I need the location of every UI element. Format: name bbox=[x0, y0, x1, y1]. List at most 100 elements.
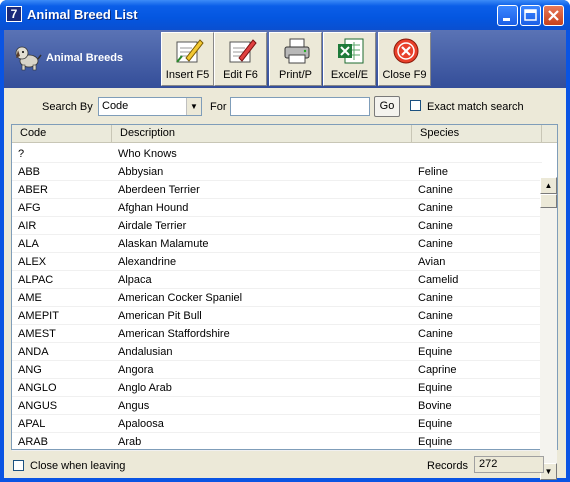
table-row[interactable]: ALPAC Alpaca Camelid bbox=[12, 271, 542, 289]
edit-button-label: Edit F6 bbox=[223, 69, 258, 81]
cell-code: ABB bbox=[18, 166, 41, 178]
for-label: For bbox=[210, 101, 227, 113]
edit-pencil-icon bbox=[229, 39, 257, 63]
excel-icon bbox=[338, 38, 364, 64]
search-input[interactable] bbox=[230, 97, 370, 116]
cell-species: Canine bbox=[418, 238, 453, 250]
table-row[interactable]: ABER Aberdeen Terrier Canine bbox=[12, 181, 542, 199]
cell-code: ALPAC bbox=[18, 274, 54, 286]
cell-species: Caprine bbox=[418, 364, 457, 376]
chevron-down-icon[interactable]: ▼ bbox=[186, 98, 201, 115]
table-row[interactable]: ANGUS Angus Bovine bbox=[12, 397, 542, 415]
printer-icon bbox=[284, 38, 310, 64]
table-header: Code Description Species bbox=[12, 125, 557, 143]
cell-description: Arab bbox=[118, 436, 142, 448]
cell-description: Who Knows bbox=[118, 148, 177, 160]
cell-description: Aberdeen Terrier bbox=[118, 184, 200, 196]
table-row[interactable]: ABB Abbysian Feline bbox=[12, 163, 542, 181]
cell-species: Equine bbox=[418, 346, 453, 358]
close-button-label: Close F9 bbox=[382, 69, 427, 81]
close-window-button[interactable] bbox=[543, 5, 564, 26]
cell-description: Afghan Hound bbox=[118, 202, 189, 214]
cell-code: AMEPIT bbox=[18, 310, 59, 322]
cell-description: Apaloosa bbox=[118, 418, 164, 430]
maximize-icon bbox=[524, 9, 537, 21]
table-row[interactable]: AFG Afghan Hound Canine bbox=[12, 199, 542, 217]
cell-description: Angus bbox=[118, 400, 150, 412]
table-row[interactable]: ALA Alaskan Malamute Canine bbox=[12, 235, 542, 253]
insert-button[interactable]: Insert F5 bbox=[161, 32, 214, 86]
cell-description: American Pit Bull bbox=[118, 310, 202, 322]
window-title: Animal Breed List bbox=[27, 7, 138, 22]
table-row[interactable]: AMEPIT American Pit Bull Canine bbox=[12, 307, 542, 325]
table-row[interactable]: AIR Airdale Terrier Canine bbox=[12, 217, 542, 235]
toolbar-banner: Animal Breeds Insert F5 Edit F6 Print/P … bbox=[4, 30, 566, 88]
table-row[interactable]: ALEX Alexandrine Avian bbox=[12, 253, 542, 271]
title-bar[interactable]: 7 Animal Breed List bbox=[0, 0, 570, 30]
search-by-value: Code bbox=[102, 100, 129, 112]
column-header-description[interactable]: Description bbox=[112, 125, 412, 143]
cell-species: Avian bbox=[418, 256, 446, 268]
cell-description: Alexandrine bbox=[118, 256, 177, 268]
exact-match-checkbox[interactable] bbox=[410, 100, 421, 111]
cell-code: ALA bbox=[18, 238, 39, 250]
breed-table: Code Description Species ? Who Knows ABB Ab… bbox=[11, 124, 558, 480]
table-row[interactable]: ANGLO Anglo Arab Equine bbox=[12, 379, 542, 397]
column-header-species[interactable]: Species bbox=[412, 125, 542, 143]
vertical-scrollbar[interactable]: ▲ ▼ bbox=[540, 177, 557, 480]
records-count: 272 bbox=[474, 456, 544, 473]
table-row[interactable]: ARAB Arab Equine bbox=[12, 433, 542, 451]
cell-code: ? bbox=[18, 148, 25, 160]
app-icon: 7 bbox=[6, 6, 22, 22]
table-row[interactable]: APAL Apaloosa Equine bbox=[12, 415, 542, 433]
maximize-button[interactable] bbox=[520, 5, 541, 26]
cell-code: ANGLO bbox=[18, 382, 57, 394]
cell-species: Canine bbox=[418, 310, 453, 322]
table-row[interactable]: AME American Cocker Spaniel Canine bbox=[12, 289, 542, 307]
cell-description: Alpaca bbox=[118, 274, 152, 286]
banner-title: Animal Breeds bbox=[46, 52, 124, 64]
cell-description: Angora bbox=[118, 364, 154, 376]
cell-code: AFG bbox=[18, 202, 41, 214]
column-header-code[interactable]: Code bbox=[12, 125, 112, 143]
table-row[interactable]: ? Who Knows bbox=[12, 145, 542, 163]
cell-species: Canine bbox=[418, 292, 453, 304]
excel-button[interactable]: Excel/E bbox=[323, 32, 376, 86]
table-body: ? Who Knows ABB Abbysian Feline ABER Aberdeen … bbox=[12, 145, 542, 451]
scroll-thumb[interactable] bbox=[540, 194, 557, 208]
cell-species: Feline bbox=[418, 166, 448, 178]
cell-code: ANDA bbox=[18, 346, 49, 358]
edit-button[interactable]: Edit F6 bbox=[214, 32, 267, 86]
close-icon bbox=[548, 10, 559, 21]
app-window: 7 Animal Breed List Animal Breeds Insert… bbox=[0, 0, 570, 482]
cell-species: Camelid bbox=[418, 274, 459, 286]
search-by-select[interactable]: Code ▼ bbox=[98, 97, 202, 116]
close-button[interactable]: Close F9 bbox=[378, 32, 431, 86]
table-row[interactable]: ANDA Andalusian Equine bbox=[12, 343, 542, 361]
cell-species: Canine bbox=[418, 184, 453, 196]
cell-code: AIR bbox=[18, 220, 37, 232]
cell-code: AME bbox=[18, 292, 42, 304]
insert-button-label: Insert F5 bbox=[165, 69, 210, 81]
cell-description: Abbysian bbox=[118, 166, 164, 178]
print-button[interactable]: Print/P bbox=[269, 32, 322, 86]
cell-description: American Cocker Spaniel bbox=[118, 292, 243, 304]
cell-species: Canine bbox=[418, 220, 453, 232]
table-row[interactable]: AMEST American Staffordshire Canine bbox=[12, 325, 542, 343]
close-when-leaving-label: Close when leaving bbox=[30, 460, 126, 472]
scroll-up-button[interactable]: ▲ bbox=[540, 177, 557, 194]
dog-icon bbox=[15, 46, 42, 71]
close-circle-icon bbox=[393, 38, 419, 64]
table-row[interactable]: ANG Angora Caprine bbox=[12, 361, 542, 379]
cell-code: AMEST bbox=[18, 328, 56, 340]
cell-species: Equine bbox=[418, 418, 453, 430]
cell-code: ALEX bbox=[18, 256, 47, 268]
search-by-label: Search By bbox=[42, 101, 93, 113]
go-button[interactable]: Go bbox=[374, 96, 400, 117]
minimize-button[interactable] bbox=[497, 5, 518, 26]
close-when-leaving-checkbox[interactable] bbox=[13, 460, 24, 471]
status-footer: Close when leaving Records 272 bbox=[4, 454, 566, 476]
search-bar: Search By Code ▼ For Go Exact match sear… bbox=[4, 92, 566, 118]
cell-code: APAL bbox=[18, 418, 46, 430]
cell-species: Equine bbox=[418, 382, 453, 394]
